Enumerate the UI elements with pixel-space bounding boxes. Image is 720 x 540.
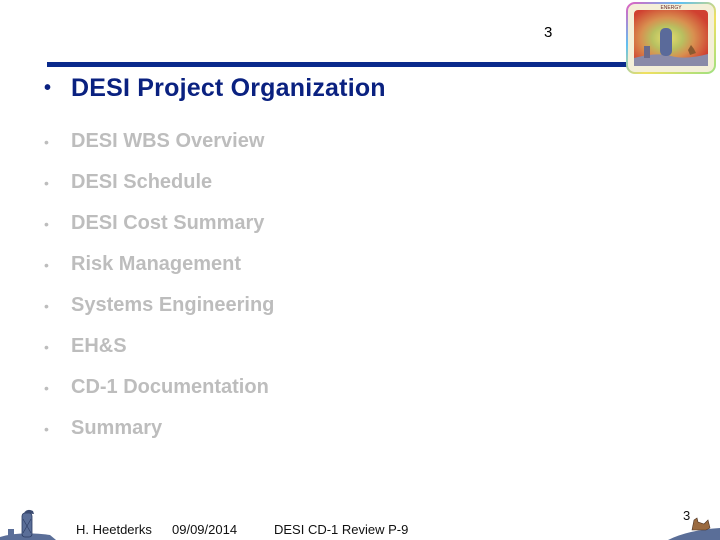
bullet: • [44,379,49,396]
footer-date: 09/09/2014 [172,522,238,537]
agenda-item-label: Summary [71,417,163,439]
bullet: • [44,256,49,273]
footer-author: H. Heetderks [76,522,152,537]
agenda-item: • DESI WBS Overview [44,121,274,162]
svg-text:ENERGY: ENERGY [660,5,682,11]
agenda-item: • EH&S [44,326,274,367]
dog-on-hill-icon [668,517,720,540]
bullet: • [44,297,49,314]
bullet: • [44,174,49,191]
agenda-list: • DESI WBS Overview • DESI Schedule • DE… [44,121,274,449]
agenda-item: • CD-1 Documentation [44,367,274,408]
agenda-item: • DESI Schedule [44,162,274,203]
agenda-item-label: Systems Engineering [71,294,275,316]
bullet: • [44,338,49,355]
agenda-item-label: DESI Schedule [71,171,213,193]
agenda-item: • DESI Cost Summary [44,203,274,244]
section-title: DESI Project Organization [71,74,386,102]
agenda-item: • Summary [44,408,274,449]
energy-logo-icon: ENERGY [626,2,716,74]
header-page-number: 3 [544,24,553,41]
bullet: • [44,215,49,232]
telescope-icon [0,509,56,540]
agenda-item: • Risk Management [44,244,274,285]
section-title-row: • DESI Project Organization [44,74,386,103]
footer-title: DESI CD-1 Review P-9 [274,522,409,537]
agenda-item-label: DESI WBS Overview [71,130,265,152]
header-divider [47,62,630,67]
agenda-item-label: EH&S [71,335,127,357]
title-bullet: • [44,77,52,99]
bullet: • [44,420,49,437]
agenda-item-label: DESI Cost Summary [71,212,265,234]
agenda-item: • Systems Engineering [44,285,274,326]
agenda-item-label: CD-1 Documentation [71,376,269,398]
bullet: • [44,133,49,150]
agenda-item-label: Risk Management [71,253,242,275]
